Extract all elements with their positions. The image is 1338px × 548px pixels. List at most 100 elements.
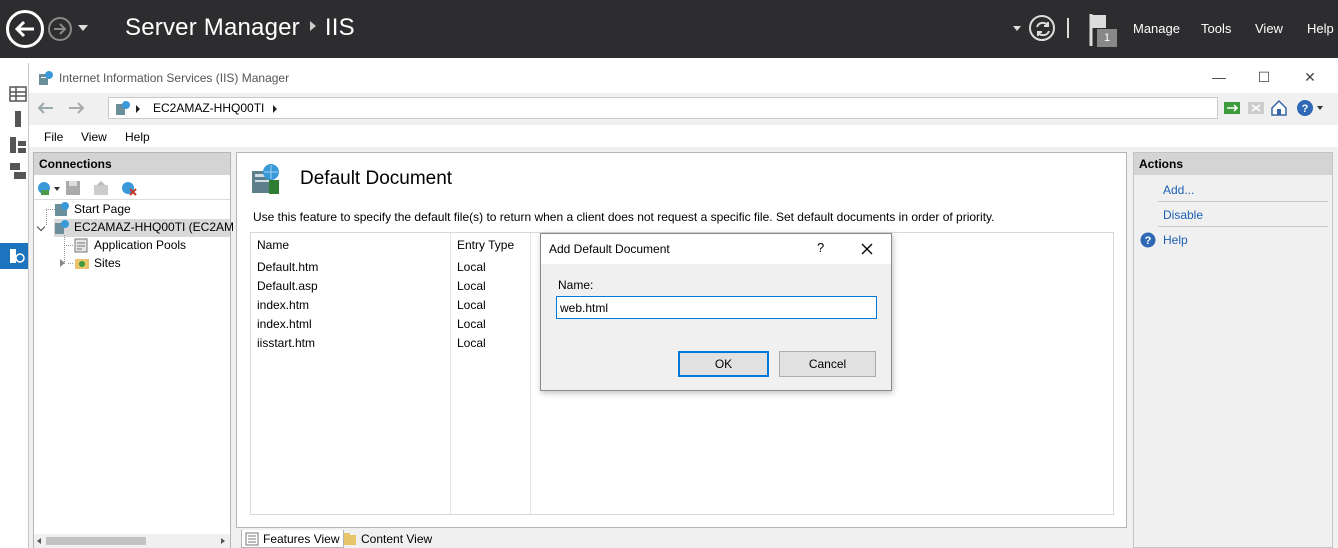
- menu-help[interactable]: Help: [125, 130, 150, 144]
- stop-icon[interactable]: [1247, 99, 1265, 117]
- window-title: Internet Information Services (IIS) Mana…: [59, 71, 290, 85]
- path-expand-icon[interactable]: [273, 105, 277, 113]
- address-bar: EC2AMAZ-HHQ00TI ?: [29, 94, 1338, 122]
- dashboard-icon[interactable]: [9, 85, 27, 103]
- add-default-document-dialog: Add Default Document ? Name: OK Cancel: [540, 233, 892, 391]
- tree-item-sites[interactable]: Sites: [94, 256, 121, 270]
- iis-icon: [10, 249, 25, 263]
- dialog-titlebar: Add Default Document ?: [541, 234, 891, 264]
- iis-nav-item[interactable]: [0, 243, 28, 269]
- refresh-icon: [1036, 21, 1050, 37]
- tree-item-start-page[interactable]: Start Page: [74, 202, 131, 216]
- connect-icon[interactable]: [1223, 99, 1241, 117]
- path-separator-icon[interactable]: [136, 105, 140, 113]
- menu-manage[interactable]: Manage: [1133, 21, 1180, 36]
- server-manager-bar: Server Manager IIS 1 Manage Tools View He…: [0, 0, 1338, 58]
- refresh-dropdown-icon[interactable]: [1013, 26, 1021, 31]
- nav-forward-icon[interactable]: [63, 96, 89, 120]
- help-circle-icon: ?: [1140, 232, 1156, 248]
- server-icon: [116, 101, 130, 115]
- scroll-thumb[interactable]: [46, 537, 146, 545]
- tab-features-view[interactable]: Features View: [241, 530, 345, 548]
- row-name[interactable]: Default.htm: [257, 260, 318, 274]
- column-header-entry-type[interactable]: Entry Type: [457, 238, 514, 252]
- app-title: Server Manager: [125, 14, 300, 41]
- back-button[interactable]: [6, 10, 44, 48]
- maximize-button[interactable]: ☐: [1251, 67, 1277, 89]
- features-view-icon: [245, 532, 259, 546]
- row-name[interactable]: Default.asp: [257, 279, 318, 293]
- action-disable[interactable]: Disable: [1163, 208, 1203, 222]
- row-name[interactable]: index.html: [257, 317, 312, 331]
- create-connection-icon[interactable]: [36, 179, 54, 197]
- collapse-chevron-icon[interactable]: [36, 222, 46, 232]
- menu-bar: File View Help: [29, 125, 1338, 147]
- delete-connection-icon[interactable]: [120, 179, 138, 197]
- name-label: Name:: [558, 278, 594, 292]
- content-view-icon: [344, 533, 356, 545]
- forward-button[interactable]: [48, 17, 72, 41]
- view-tabs: Features View Content View: [236, 528, 1127, 548]
- iis-app-icon: [39, 71, 53, 85]
- help-icon[interactable]: ?: [1296, 99, 1314, 117]
- row-entry-type[interactable]: Local: [457, 298, 486, 312]
- file-storage-icon[interactable]: [9, 162, 27, 180]
- feature-description: Use this feature to specify the default …: [253, 210, 995, 224]
- action-help[interactable]: Help: [1163, 233, 1188, 247]
- default-document-icon: [252, 164, 279, 194]
- minimize-button[interactable]: —: [1206, 67, 1232, 89]
- connections-pane: Connections Start Page EC2AMAZ-HHQ00TI (…: [33, 152, 234, 548]
- start-page-icon: [55, 202, 69, 216]
- refresh-button[interactable]: [1029, 15, 1055, 41]
- row-entry-type[interactable]: Local: [457, 279, 486, 293]
- row-name[interactable]: iisstart.htm: [257, 336, 315, 350]
- column-header-name[interactable]: Name: [257, 238, 289, 252]
- row-entry-type[interactable]: Local: [457, 317, 486, 331]
- row-name[interactable]: index.htm: [257, 298, 309, 312]
- nav-back-icon[interactable]: [33, 96, 59, 120]
- cancel-button[interactable]: Cancel: [779, 351, 876, 377]
- local-server-icon[interactable]: [9, 110, 27, 128]
- scroll-right-icon[interactable]: [221, 538, 225, 544]
- tree-item-application-pools[interactable]: Application Pools: [94, 238, 186, 252]
- close-button[interactable]: ✕: [1297, 67, 1323, 89]
- close-icon[interactable]: [857, 239, 877, 259]
- name-input[interactable]: [556, 296, 877, 319]
- dialog-help-button[interactable]: ?: [817, 240, 824, 255]
- feature-title: Default Document: [300, 168, 453, 189]
- all-servers-icon[interactable]: [9, 136, 27, 154]
- row-entry-type[interactable]: Local: [457, 336, 486, 350]
- action-add[interactable]: Add...: [1163, 183, 1194, 197]
- menu-help[interactable]: Help: [1307, 21, 1334, 36]
- menu-file[interactable]: File: [44, 130, 63, 144]
- tree-item-server[interactable]: EC2AMAZ-HHQ00TI (EC2AM: [74, 220, 234, 234]
- row-entry-type[interactable]: Local: [457, 260, 486, 274]
- scroll-left-icon[interactable]: [37, 538, 41, 544]
- notification-count-badge: 1: [1097, 29, 1117, 47]
- tab-content-view[interactable]: Content View: [340, 530, 436, 548]
- arrow-right-icon: [54, 23, 67, 35]
- save-icon[interactable]: [64, 179, 82, 197]
- sites-folder-icon: [75, 259, 89, 269]
- help-dropdown-icon[interactable]: [1317, 106, 1323, 110]
- connections-header: Connections: [34, 153, 230, 175]
- breadcrumb-iis: IIS: [324, 14, 355, 41]
- application-pools-icon: [74, 238, 88, 253]
- horizontal-scrollbar[interactable]: [34, 534, 230, 548]
- navigation-strip: [0, 58, 28, 548]
- menu-view[interactable]: View: [81, 130, 107, 144]
- home-icon[interactable]: [1270, 99, 1288, 117]
- menu-tools[interactable]: Tools: [1201, 21, 1231, 36]
- ok-button[interactable]: OK: [678, 351, 769, 377]
- dialog-title: Add Default Document: [549, 242, 670, 256]
- history-dropdown-icon[interactable]: [78, 25, 88, 31]
- address-field[interactable]: EC2AMAZ-HHQ00TI: [108, 97, 1218, 119]
- column-divider: [530, 233, 531, 514]
- up-level-icon[interactable]: [92, 179, 110, 197]
- address-path[interactable]: EC2AMAZ-HHQ00TI: [153, 101, 264, 115]
- connection-dropdown-icon[interactable]: [54, 187, 60, 191]
- tab-content-label: Content View: [361, 532, 433, 546]
- expand-chevron-icon[interactable]: [60, 259, 65, 267]
- menu-view[interactable]: View: [1255, 21, 1283, 36]
- action-separator: [1158, 226, 1328, 227]
